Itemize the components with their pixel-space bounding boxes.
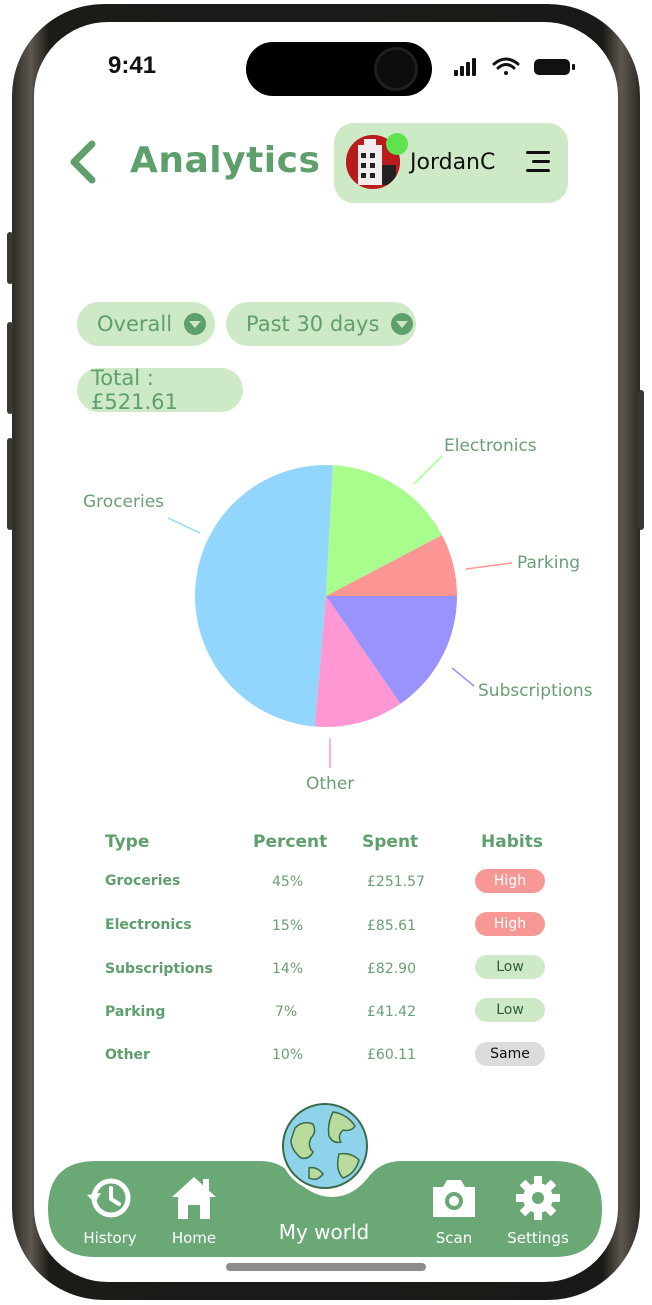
screen: 9:41 Analytics JordanC Overall Past 30 d… [34, 22, 618, 1282]
leader-line-electronics [413, 455, 443, 485]
pie-chart [167, 455, 513, 768]
gear-icon [516, 1176, 560, 1220]
nav-history[interactable]: History [70, 1161, 150, 1257]
row-spent: £41.42 [367, 1004, 416, 1020]
nav-settings-label: Settings [507, 1229, 569, 1247]
screen-container: 9:41 Analytics JordanC Overall Past 30 d… [12, 4, 640, 1300]
row-percent: 45% [272, 874, 304, 890]
row-percent: 14% [272, 961, 304, 977]
history-icon [87, 1178, 131, 1218]
nav-history-label: History [83, 1229, 137, 1247]
chart-label-other: Other [306, 774, 355, 794]
row-type: Groceries [105, 873, 181, 889]
row-percent: 7% [275, 1004, 298, 1020]
chart-label-subscriptions: Subscriptions [478, 681, 593, 701]
row-percent: 15% [272, 918, 304, 934]
row-spent: £82.90 [367, 961, 416, 977]
nav-scan[interactable]: Scan [414, 1161, 494, 1257]
nav-myworld-label[interactable]: My world [264, 1220, 384, 1244]
pie-slice-groceries [194, 464, 333, 727]
chart-label-groceries: Groceries [83, 492, 165, 512]
home-icon [172, 1177, 216, 1219]
chart-label-parking: Parking [517, 553, 581, 573]
row-type: Electronics [105, 917, 192, 933]
leader-line-groceries [167, 517, 201, 534]
row-type: Other [105, 1047, 150, 1063]
table-header-percent: Percent [253, 832, 328, 852]
habit-badge: Same [475, 1042, 545, 1066]
table-header-spent: Spent [362, 832, 419, 852]
table-header-type: Type [105, 832, 150, 852]
row-type: Subscriptions [105, 961, 213, 977]
globe-icon[interactable] [277, 1098, 373, 1194]
leader-line-subscriptions [451, 667, 475, 687]
chart-label-electronics: Electronics [444, 436, 537, 456]
nav-home-label: Home [171, 1229, 217, 1247]
habit-badge: High [475, 912, 545, 936]
row-percent: 10% [272, 1047, 304, 1063]
habit-badge: Low [475, 998, 545, 1022]
leader-line-parking [465, 562, 513, 570]
row-spent: £85.61 [367, 918, 416, 934]
nav-scan-label: Scan [435, 1229, 473, 1247]
camera-icon [433, 1180, 475, 1217]
row-spent: £60.11 [367, 1047, 416, 1063]
row-type: Parking [105, 1004, 166, 1020]
habit-badge: Low [475, 955, 545, 979]
home-indicator [226, 1263, 426, 1271]
habit-badge: High [475, 869, 545, 893]
table-header-habits: Habits [481, 832, 543, 852]
row-spent: £251.57 [367, 874, 425, 890]
nav-home[interactable]: Home [154, 1161, 234, 1257]
nav-settings[interactable]: Settings [498, 1161, 578, 1257]
